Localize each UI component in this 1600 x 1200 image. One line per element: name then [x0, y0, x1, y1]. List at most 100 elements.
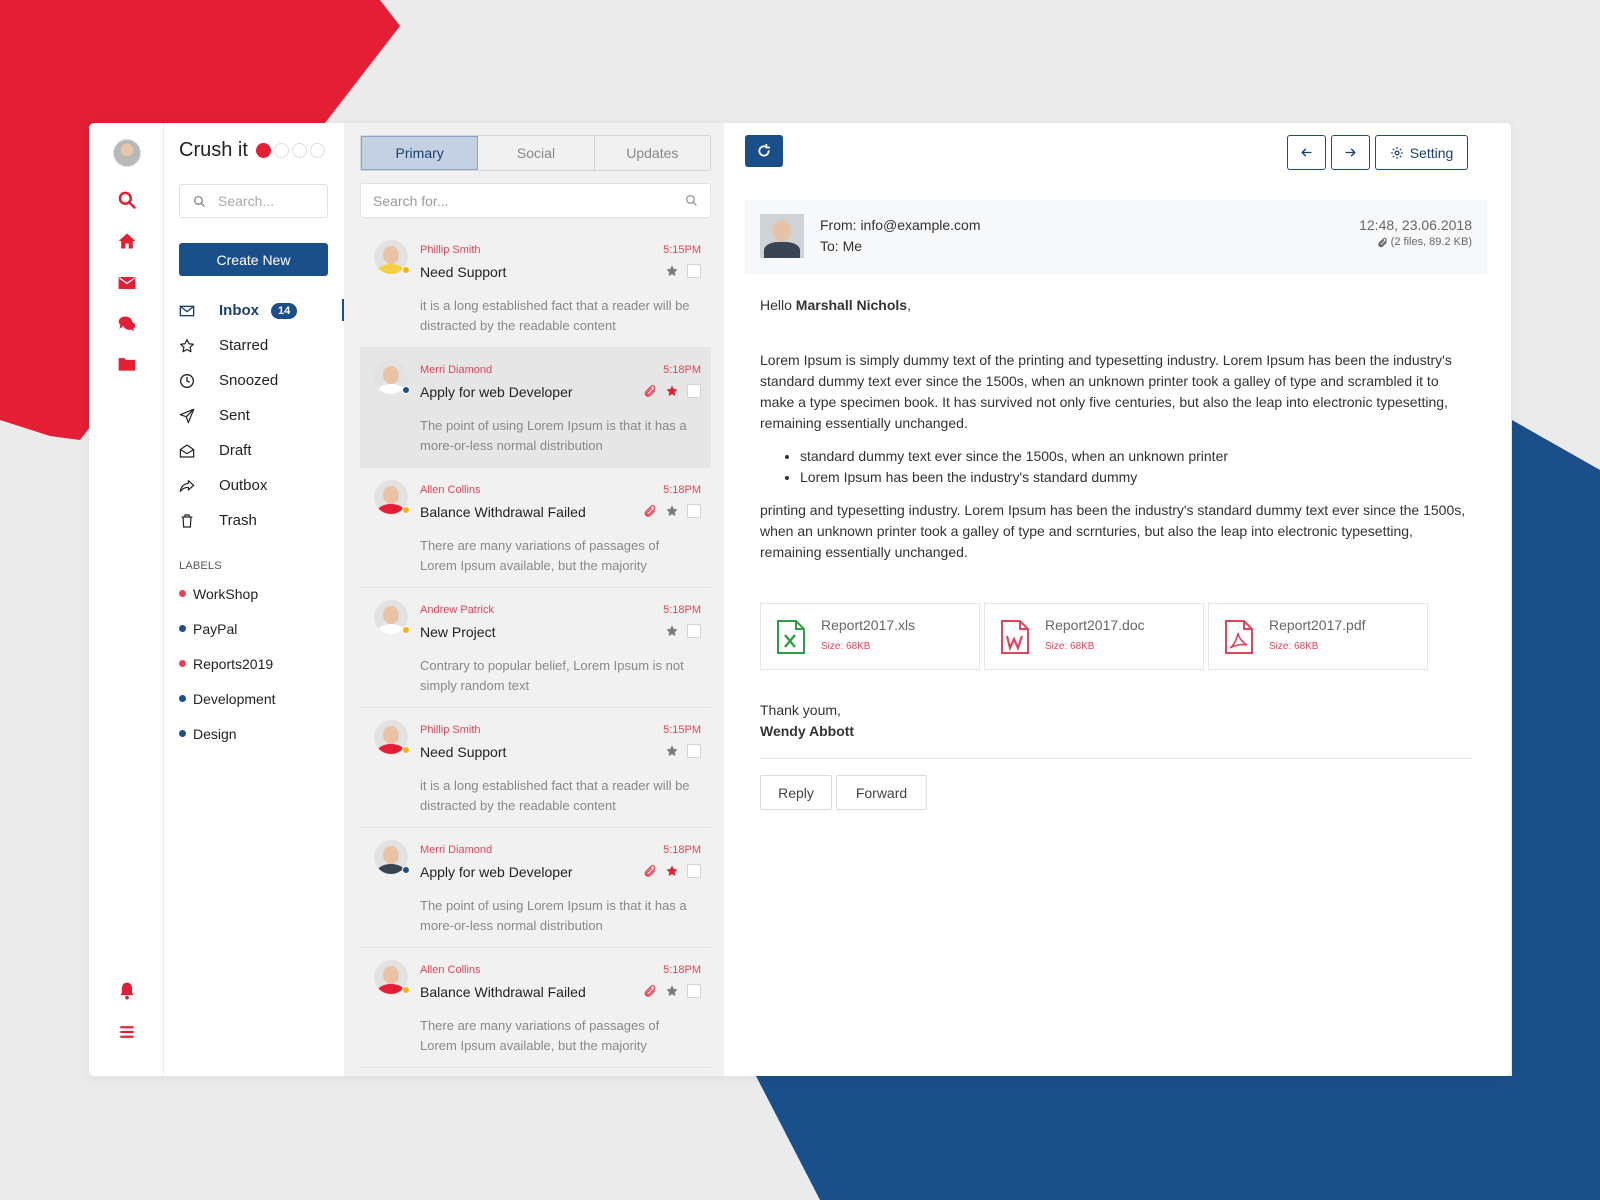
- message-subject: Need Support: [420, 744, 507, 760]
- chat-icon[interactable]: [115, 312, 139, 336]
- sidebar-item-label: Starred: [219, 337, 269, 354]
- create-new-button[interactable]: Create New: [179, 243, 328, 276]
- sidebar-item-label: Trash: [219, 512, 257, 529]
- message-item[interactable]: Phillip Smith 5:15PM Need Support it is a l…: [360, 228, 711, 348]
- message-search-placeholder: Search for...: [373, 192, 449, 209]
- reply-button[interactable]: Reply: [760, 775, 832, 810]
- previous-button[interactable]: [1287, 135, 1326, 170]
- email-paragraph: Lorem Ipsum is simply dummy text of the …: [760, 352, 1452, 431]
- setting-button[interactable]: Setting: [1375, 135, 1468, 170]
- star-icon[interactable]: [665, 504, 679, 518]
- word-file-icon: [1001, 620, 1029, 654]
- sidebar-item-trash[interactable]: Trash: [179, 503, 344, 538]
- brand-dot: [273, 143, 289, 158]
- home-icon[interactable]: [115, 229, 139, 253]
- label-development[interactable]: Development: [179, 681, 276, 716]
- message-checkbox[interactable]: [687, 384, 701, 398]
- attachment-name: Report2017.pdf: [1269, 617, 1366, 633]
- tab-primary[interactable]: Primary: [361, 136, 479, 170]
- attachment-size: Size: 68KB: [1045, 641, 1095, 652]
- user-avatar[interactable]: [113, 139, 141, 167]
- refresh-button[interactable]: [745, 135, 783, 167]
- sidebar-item-label: Draft: [219, 442, 252, 459]
- message-preview: There are many variations of passages of…: [420, 538, 660, 573]
- signoff-thanks: Thank youm,: [760, 702, 841, 718]
- email-to: To: Me: [820, 238, 863, 254]
- pdf-file-icon: [1225, 620, 1253, 654]
- star-icon[interactable]: [665, 864, 679, 878]
- sidebar-item-snoozed[interactable]: Snoozed: [179, 363, 344, 398]
- signoff-signature: Wendy Abbott: [760, 723, 855, 739]
- brand-dot: [291, 143, 307, 158]
- arrow-left-icon: [1301, 148, 1312, 157]
- sidebar-item-sent[interactable]: Sent: [179, 398, 344, 433]
- status-dot: [402, 626, 410, 634]
- folder-icon[interactable]: [115, 352, 139, 376]
- message-sender: Phillip Smith: [420, 244, 481, 256]
- attachment-pdf[interactable]: Report2017.pdf Size: 68KB: [1208, 603, 1428, 670]
- next-button[interactable]: [1331, 135, 1370, 170]
- message-checkbox[interactable]: [687, 624, 701, 638]
- paperclip-icon: [644, 865, 656, 877]
- message-item[interactable]: Andrew Patrick 5:18PM New Project Contrary …: [360, 588, 711, 708]
- message-item[interactable]: Allen Collins 5:18PM Balance Withdrawal Fa…: [360, 468, 711, 588]
- search-icon[interactable]: [115, 188, 139, 212]
- status-dot: [402, 986, 410, 994]
- message-search-input[interactable]: Search for...: [360, 183, 711, 218]
- email-bullets: standard dummy text ever since the 1500s…: [800, 446, 1472, 488]
- menu-icon[interactable]: [115, 1020, 139, 1044]
- email-date: 12:48, 23.06.2018: [1359, 217, 1472, 233]
- sidebar-item-outbox[interactable]: Outbox: [179, 468, 344, 503]
- message-item[interactable]: Phillip Smith 5:15PM Need Support it is a l…: [360, 708, 711, 828]
- sidebar-item-inbox[interactable]: Inbox 14: [179, 293, 344, 328]
- brand: Crush it: [179, 139, 325, 162]
- message-preview: There are many variations of passages of…: [420, 1018, 660, 1053]
- star-icon[interactable]: [665, 384, 679, 398]
- message-sender: Allen Collins: [420, 484, 481, 496]
- label-paypal[interactable]: PayPal: [179, 611, 276, 646]
- message-checkbox[interactable]: [687, 264, 701, 278]
- search-icon: [685, 194, 697, 206]
- label-design[interactable]: Design: [179, 716, 276, 751]
- star-icon[interactable]: [665, 984, 679, 998]
- forward-button[interactable]: Forward: [836, 775, 927, 810]
- star-icon[interactable]: [665, 624, 679, 638]
- message-time: 5:18PM: [663, 604, 701, 616]
- message-item[interactable]: Merri Diamond 5:18PM Apply for web Develop…: [360, 828, 711, 948]
- message-subject: New Project: [420, 624, 496, 640]
- sidebar-item-draft[interactable]: Draft: [179, 433, 344, 468]
- star-icon: [179, 338, 195, 354]
- star-icon[interactable]: [665, 744, 679, 758]
- status-dot: [402, 746, 410, 754]
- labels-heading: LABELS: [179, 560, 222, 572]
- message-checkbox[interactable]: [687, 864, 701, 878]
- attachment-doc[interactable]: Report2017.doc Size: 68KB: [984, 603, 1204, 670]
- star-icon[interactable]: [665, 264, 679, 278]
- email-bullet: Lorem Ipsum has been the industry's stan…: [800, 467, 1472, 488]
- label-dot: [179, 660, 186, 667]
- message-checkbox[interactable]: [687, 504, 701, 518]
- message-item[interactable]: Allen Collins 5:18PM Balance Withdrawal Fa…: [360, 948, 711, 1068]
- label-dot: [179, 695, 186, 702]
- message-checkbox[interactable]: [687, 984, 701, 998]
- label-workshop[interactable]: WorkShop: [179, 576, 276, 611]
- message-preview: The point of using Lorem Ipsum is that i…: [420, 898, 687, 933]
- status-dot: [402, 866, 410, 874]
- message-time: 5:18PM: [663, 844, 701, 856]
- email-signoff: Thank youm, Wendy Abbott: [760, 700, 854, 742]
- sidebar-item-starred[interactable]: Starred: [179, 328, 344, 363]
- bell-icon[interactable]: [115, 979, 139, 1003]
- email-body: Hello Marshall Nichols, Lorem Ipsum is s…: [760, 295, 1472, 575]
- message-time: 5:18PM: [663, 484, 701, 496]
- sidebar-search-input[interactable]: Search...: [179, 184, 328, 218]
- tab-social[interactable]: Social: [478, 136, 595, 170]
- envelope-icon[interactable]: [115, 271, 139, 295]
- sender-avatar: [760, 214, 804, 258]
- message-item[interactable]: Merri Diamond 5:18PM Apply for web Develop…: [360, 348, 711, 468]
- tab-updates[interactable]: Updates: [595, 136, 710, 170]
- message-checkbox[interactable]: [687, 744, 701, 758]
- label-reports2019[interactable]: Reports2019: [179, 646, 276, 681]
- clock-icon: [179, 373, 195, 389]
- message-actions: [643, 864, 701, 878]
- attachment-xls[interactable]: Report2017.xls Size: 68KB: [760, 603, 980, 670]
